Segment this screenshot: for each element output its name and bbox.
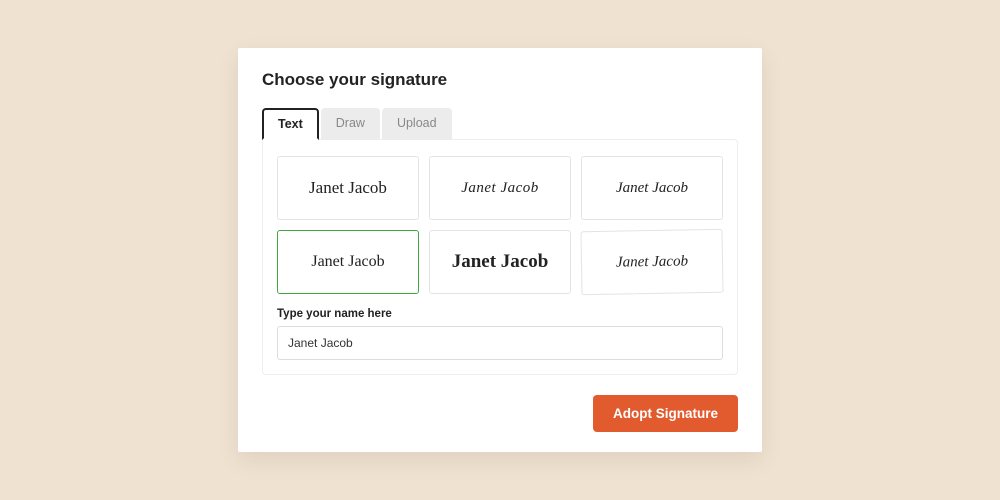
name-input[interactable] (277, 326, 723, 360)
modal-footer: Adopt Signature (262, 395, 738, 432)
tab-draw[interactable]: Draw (321, 108, 380, 140)
tabs: Text Draw Upload (262, 108, 738, 140)
signature-option-5[interactable]: Janet Jacob (580, 229, 723, 295)
signature-option-3[interactable]: Janet Jacob (277, 230, 419, 294)
signature-option-4[interactable]: Janet Jacob (429, 230, 571, 294)
adopt-signature-button[interactable]: Adopt Signature (593, 395, 738, 432)
signature-grid: Janet Jacob Janet Jacob Janet Jacob Jane… (277, 156, 723, 294)
name-input-label: Type your name here (277, 308, 723, 320)
tab-panel-text: Janet Jacob Janet Jacob Janet Jacob Jane… (262, 139, 738, 375)
signature-modal: Choose your signature Text Draw Upload J… (238, 48, 762, 452)
signature-option-1[interactable]: Janet Jacob (429, 156, 571, 220)
tab-text[interactable]: Text (262, 108, 319, 140)
modal-title: Choose your signature (262, 70, 738, 90)
tab-upload[interactable]: Upload (382, 108, 452, 140)
signature-option-0[interactable]: Janet Jacob (277, 156, 419, 220)
signature-option-2[interactable]: Janet Jacob (581, 156, 723, 220)
